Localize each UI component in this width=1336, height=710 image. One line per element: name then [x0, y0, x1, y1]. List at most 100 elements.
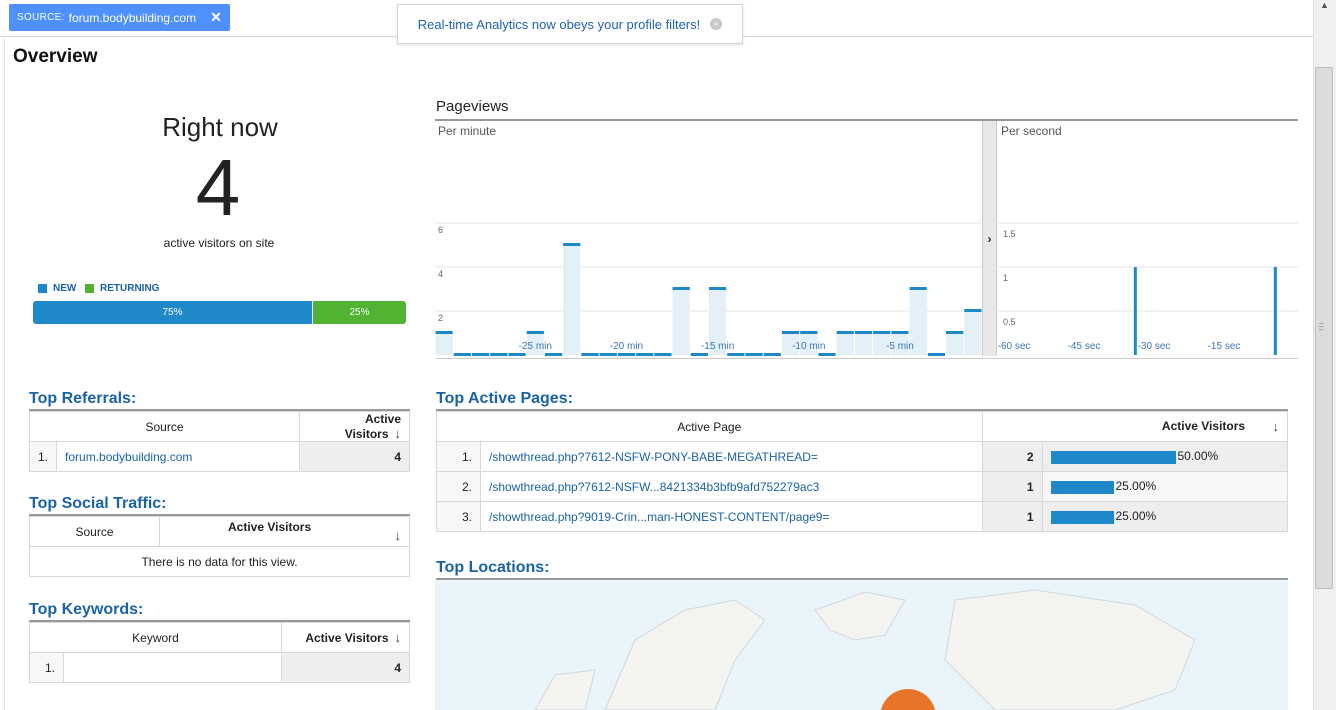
pageviews-title: Pageviews — [436, 98, 509, 115]
close-icon[interactable]: ✕ — [210, 9, 222, 26]
legend-new-label: NEW — [53, 283, 77, 294]
minute-bar[interactable] — [672, 289, 690, 355]
dismiss-notification-icon[interactable]: × — [710, 18, 723, 30]
minute-bar-cap — [854, 331, 873, 334]
table-row: 1. forum.bodybuilding.com 4 — [28, 441, 410, 472]
y-tick-label: 2 — [438, 313, 443, 323]
top-keywords-table: Keyword Active Visitors ↓ 1. 4 — [29, 622, 410, 683]
minute-bar-cap — [453, 353, 471, 356]
minute-bar-cap — [672, 287, 690, 290]
row-index: 1. — [28, 441, 58, 472]
y-tick-label: 0.5 — [1003, 317, 1016, 327]
minute-bar-cap — [599, 353, 617, 356]
locations-map[interactable] — [435, 580, 1288, 710]
empty-state-text: There is no data for this view. — [29, 546, 410, 577]
row-index: 1. — [436, 441, 481, 472]
minute-bar-cap — [727, 353, 745, 356]
row-index: 3. — [436, 501, 481, 532]
minute-bar-cap — [581, 353, 599, 356]
minute-bar-cap — [964, 309, 982, 312]
column-header-active-visitors[interactable]: Active Visitors ↓ — [299, 411, 410, 442]
minute-bar-cap — [508, 353, 526, 356]
notification-text: Real-time Analytics now obeys your profi… — [417, 16, 701, 32]
active-visitors-value: 4 — [299, 441, 410, 472]
top-social-table: Source Active Visitors ↓ There is no data… — [29, 516, 410, 577]
minute-bar[interactable] — [435, 333, 453, 355]
active-page-link[interactable]: /showthread.php?7612-NSFW...8421334b3bfb… — [489, 480, 819, 494]
column-header-source[interactable]: Source — [29, 411, 300, 442]
new-returning-bar: 75% 25% — [33, 301, 406, 324]
active-visitors-value: 1 — [981, 471, 1043, 502]
top-active-pages-table: Active Page Active Visitors ↓ 1. /showthr… — [436, 411, 1288, 532]
minute-bar-cap — [781, 331, 800, 334]
location-marker[interactable] — [880, 689, 936, 710]
column-header-label: Active Visitors — [344, 412, 401, 441]
filter-key: SOURCE: — [17, 12, 65, 23]
table-row: 2. /showthread.php?7612-NSFW...8421334b3… — [436, 471, 1288, 502]
column-header-active-visitors[interactable]: Active Visitors ↓ — [981, 411, 1288, 442]
sort-descending-arrow-icon[interactable]: ↓ — [395, 426, 402, 441]
keyword-cell — [63, 652, 282, 683]
minute-bar-cap — [709, 287, 727, 290]
minute-bar-cap — [544, 353, 563, 356]
minute-bar-cap — [563, 243, 581, 246]
x-tick-label: -60 sec — [998, 341, 1030, 352]
table-row: 3. /showthread.php?9019-Crin...man-HONES… — [436, 501, 1288, 532]
active-page-link[interactable]: /showthread.php?9019-Crin...man-HONEST-C… — [489, 510, 829, 524]
column-header-label: Active Visitors — [228, 520, 312, 534]
minute-bar[interactable] — [854, 333, 873, 355]
percent-value: 50.00% — [1177, 449, 1219, 464]
x-tick-label: -45 sec — [1068, 341, 1101, 352]
column-header-active-visitors[interactable]: Active Visitors ↓ — [281, 622, 410, 653]
minute-bar[interactable] — [836, 333, 854, 355]
minute-bar-cap — [636, 353, 654, 356]
active-page-link[interactable]: /showthread.php?7612-NSFW-PONY-BABE-MEGA… — [489, 450, 818, 464]
percent-cell: 25.00% — [1041, 471, 1288, 502]
sort-descending-arrow-icon[interactable]: ↓ — [395, 630, 402, 645]
minute-bar[interactable] — [964, 311, 982, 355]
referral-source-link[interactable]: forum.bodybuilding.com — [65, 450, 192, 464]
right-now-label: Right now — [162, 112, 278, 142]
sort-descending-arrow-icon[interactable]: ↓ — [1273, 419, 1280, 434]
minute-bar-cap — [490, 353, 508, 356]
returning-visitors-segment: 25% — [313, 301, 406, 324]
returning-swatch — [85, 284, 94, 293]
world-map-graphic — [534, 589, 1196, 710]
active-visitors-value: 2 — [981, 441, 1043, 472]
minute-bar-cap — [927, 353, 946, 356]
sort-descending-arrow-icon[interactable]: ↓ — [395, 528, 402, 543]
minute-bar[interactable] — [946, 333, 964, 355]
minute-bar-cap — [873, 331, 891, 334]
row-index: 1. — [29, 652, 64, 683]
minute-bar-cap — [526, 331, 544, 334]
column-header-active-visitors[interactable]: Active Visitors ↓ — [159, 516, 410, 547]
per-second-label: Per second — [1001, 124, 1062, 138]
minute-bar-cap — [909, 287, 927, 290]
source-filter-chip[interactable]: SOURCE: forum.bodybuilding.com ✕ — [9, 4, 230, 31]
minute-bar-cap — [818, 353, 836, 356]
content-border — [4, 36, 5, 710]
scroll-up-arrow-icon[interactable]: ▲ — [1317, 0, 1332, 12]
second-bar[interactable] — [1133, 267, 1137, 355]
x-tick-label: -20 min — [610, 341, 643, 352]
active-page-cell: /showthread.php?7612-NSFW...8421334b3bfb… — [480, 471, 983, 502]
percent-cell: 50.00% — [1041, 441, 1288, 472]
percent-bar — [1050, 480, 1114, 494]
y-tick-label: 6 — [438, 225, 443, 235]
top-referrals-table: Source Active Visitors ↓ 1. forum.bodybui… — [28, 411, 410, 472]
second-bar[interactable] — [1273, 267, 1277, 355]
minute-bar-cap — [745, 353, 763, 356]
column-header-label: Active Visitors — [1161, 419, 1246, 433]
x-tick-label: -25 min — [519, 341, 552, 352]
minute-bar-cap — [946, 331, 964, 334]
minute-bar[interactable] — [563, 245, 581, 355]
table-row: There is no data for this view. — [29, 546, 410, 577]
chevron-right-icon[interactable]: › — [982, 121, 997, 356]
x-tick-label: -5 min — [886, 341, 914, 352]
column-header-keyword[interactable]: Keyword — [29, 622, 282, 653]
active-visitors-value: 1 — [981, 501, 1043, 532]
top-referrals-title: Top Referrals: — [29, 390, 137, 407]
per-minute-chart: 2 4 6 -25 min -20 min -15 min -10 min -5 min — [435, 222, 982, 356]
column-header-source[interactable]: Source — [29, 516, 160, 547]
column-header-active-page[interactable]: Active Page — [436, 411, 983, 442]
